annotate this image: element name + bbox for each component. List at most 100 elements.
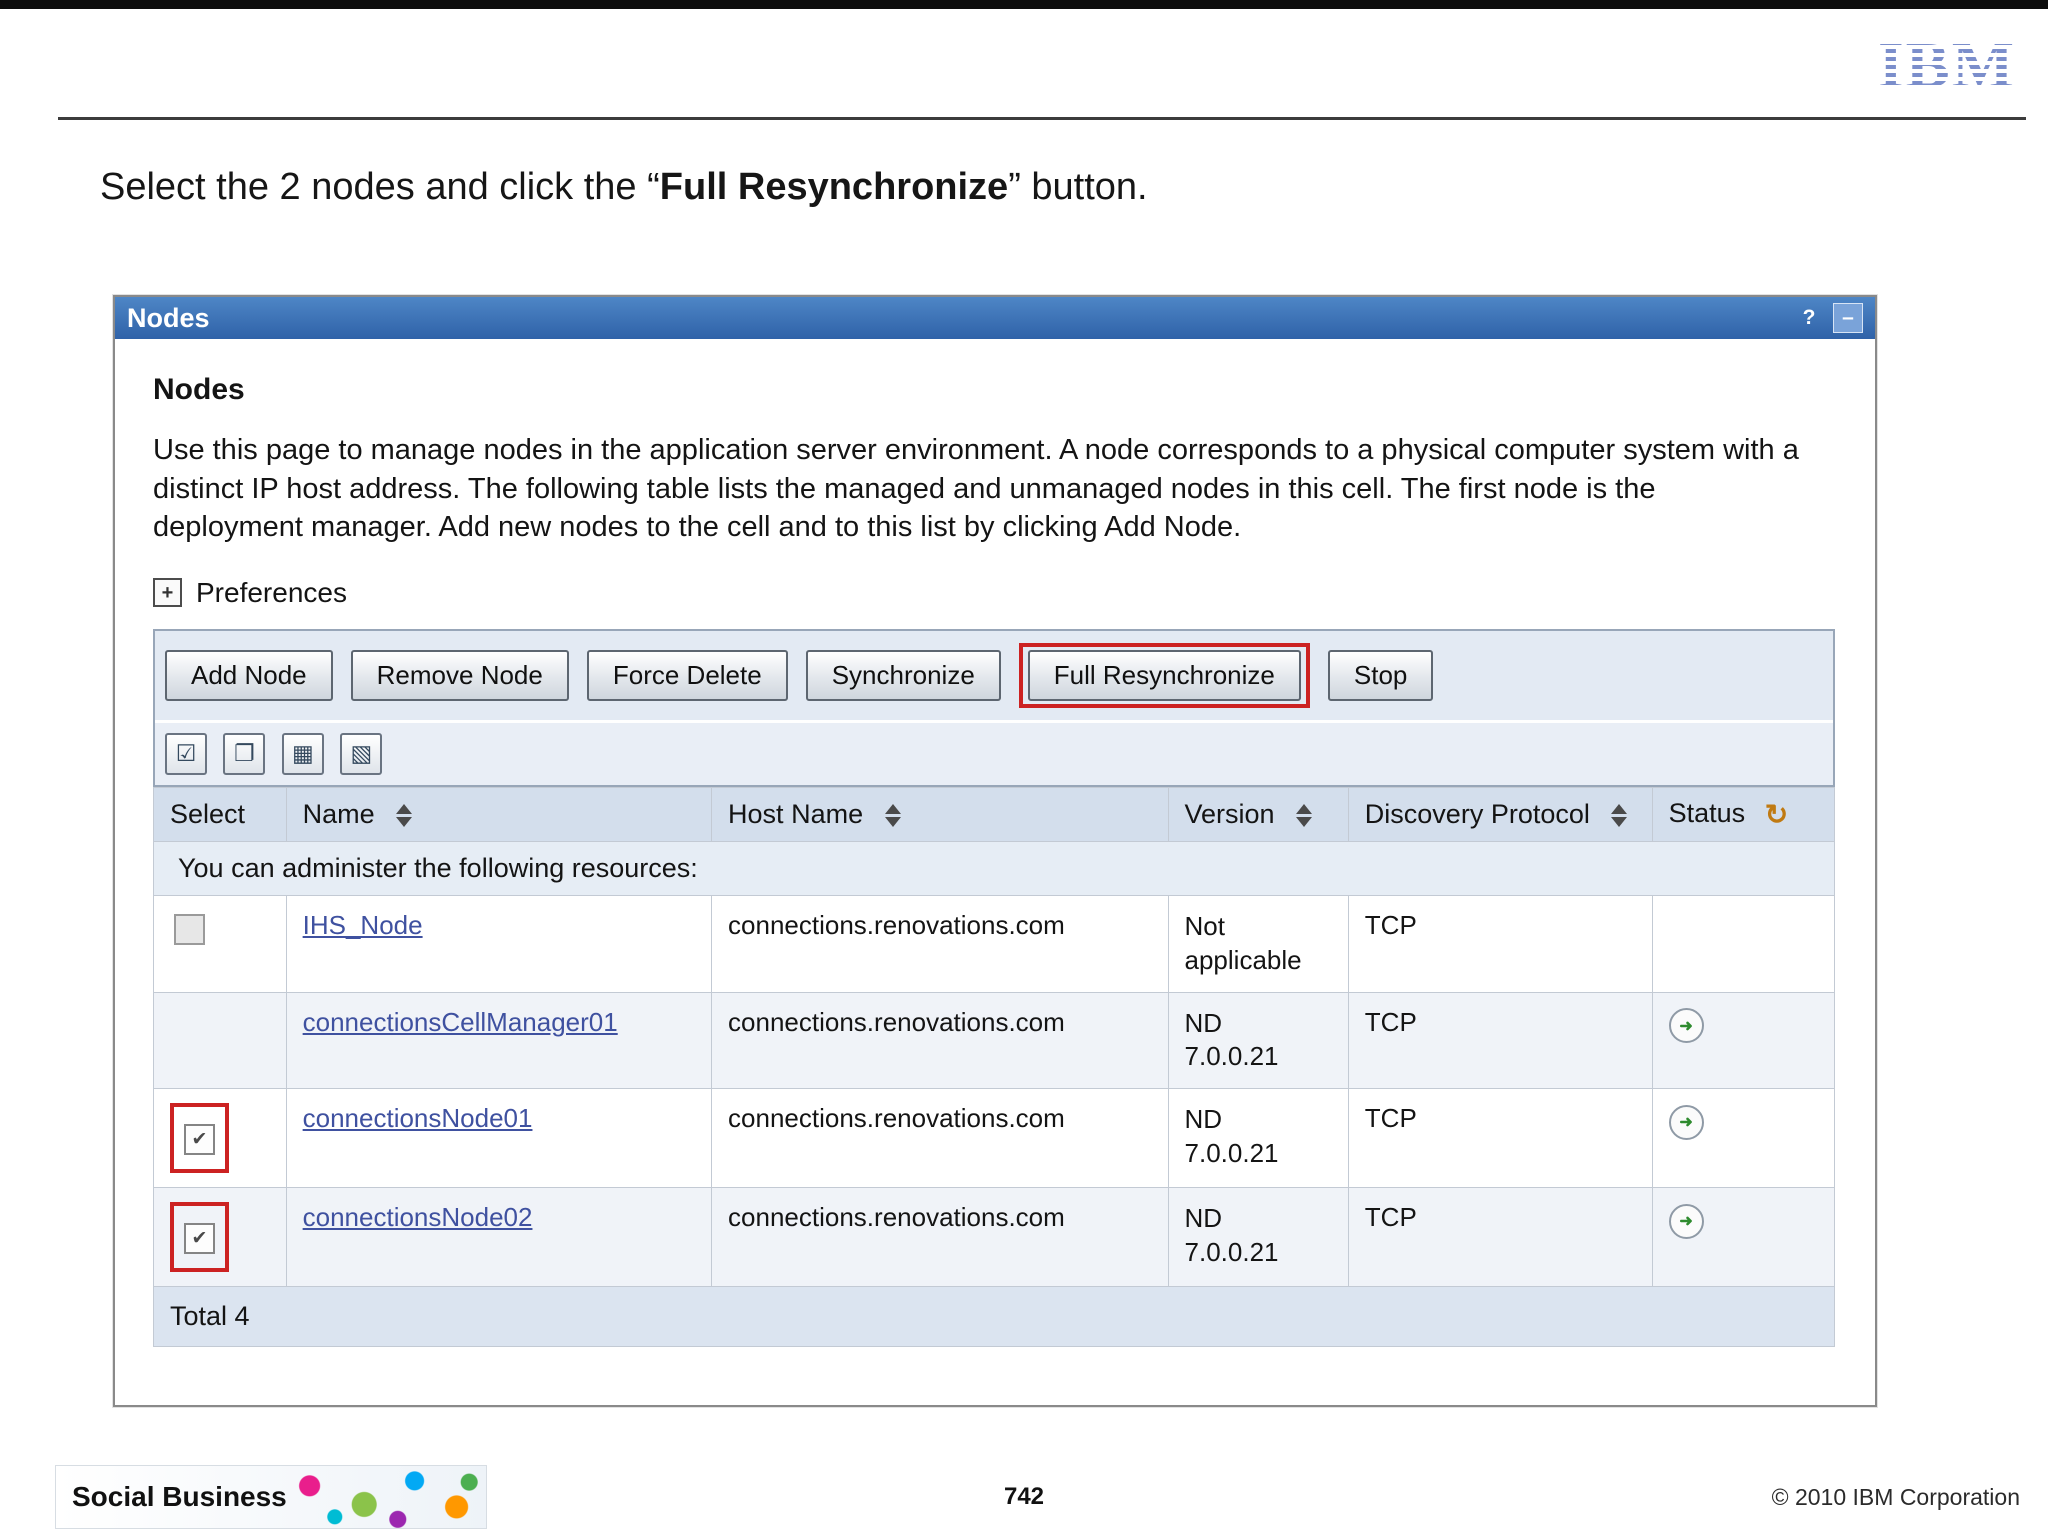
titlebar-controls: ? – <box>1795 303 1863 333</box>
slide: IBM Select the 2 nodes and click the “Fu… <box>0 9 2048 1536</box>
panel-description: Use this page to manage nodes in the app… <box>153 434 1799 544</box>
toolbar-button-add-node[interactable]: Add Node <box>165 649 333 701</box>
table-row: ✔ connectionsNode02 connections.renovation… <box>153 1187 1836 1288</box>
table-row: ✔ connectionsNode01 connections.renovation… <box>153 1088 1836 1189</box>
col-header-select: Select <box>153 786 287 843</box>
expand-icon[interactable]: + <box>153 578 182 608</box>
highlight-box: Full Resynchronize <box>1018 642 1310 708</box>
button-toolbar: Add Node Remove Node Force Delete Synchroni… <box>155 630 1833 723</box>
select-cell: ✔ <box>153 1187 287 1288</box>
protocol-cell: TCP <box>1347 1187 1653 1288</box>
admin-caption-row: You can administer the following resourc… <box>153 841 1835 897</box>
col-label-name: Name <box>302 798 375 829</box>
help-icon[interactable]: ? <box>1795 304 1823 332</box>
status-cell <box>1651 895 1836 993</box>
top-border-bar <box>0 0 2048 9</box>
table-header-row: Select Name Host Name Version Discovery … <box>153 786 1836 843</box>
slide-title-prefix: Select the 2 nodes and click the “ <box>100 166 660 208</box>
select-all-icon[interactable]: ☑ <box>165 732 207 775</box>
icon-toolbar: ☑ ❐ ▦ ▧ <box>155 722 1833 785</box>
table-toolbar: Add Node Remove Node Force Delete Synchroni… <box>153 628 1835 787</box>
panel-title: Nodes <box>127 302 210 333</box>
node-link[interactable]: connectionsNode02 <box>303 1202 533 1232</box>
nodes-panel: Nodes ? – Nodes Use this page to manage … <box>113 295 1877 1408</box>
preferences-toggle[interactable]: + Preferences <box>153 577 1835 609</box>
sort-icon[interactable] <box>396 804 413 828</box>
ibm-logo: IBM <box>1878 29 2016 102</box>
sort-icon[interactable] <box>1611 804 1628 828</box>
node-started-icon: ➜ <box>1668 1203 1704 1239</box>
slide-title: Select the 2 nodes and click the “Full R… <box>100 166 1988 209</box>
sort-icon[interactable] <box>884 804 901 828</box>
slide-title-bold: Full Resynchronize <box>659 166 1009 208</box>
clear-filter-icon[interactable]: ▧ <box>340 732 383 775</box>
total-row: Total 4 <box>153 1286 1835 1348</box>
toolbar-button-full-resynchronize[interactable]: Full Resynchronize <box>1027 649 1301 701</box>
node-started-icon: ➜ <box>1668 1104 1704 1140</box>
deselect-all-icon[interactable]: ❐ <box>223 732 266 775</box>
table-row: connectionsCellManager01 connections.reno… <box>153 991 1836 1090</box>
status-cell: ➜ <box>1651 991 1836 1090</box>
panel-heading: Nodes <box>153 373 245 406</box>
highlight-box: ✔ <box>170 1103 229 1174</box>
preferences-label: Preferences <box>196 576 347 608</box>
refresh-status-icon[interactable]: ↻ <box>1765 799 1788 830</box>
slide-footer: Social Business 742 © 2010 IBM Corporati… <box>0 1464 2048 1530</box>
col-label-version: Version <box>1184 798 1275 829</box>
version-cell: ND 7.0.0.21 <box>1167 1088 1349 1189</box>
toolbar-button-stop[interactable]: Stop <box>1327 649 1434 701</box>
col-header-version: Version <box>1167 786 1349 843</box>
panel-body: Nodes Use this page to manage nodes in t… <box>115 339 1875 1406</box>
copyright: © 2010 IBM Corporation <box>1771 1483 2020 1510</box>
sort-icon[interactable] <box>1296 804 1313 828</box>
col-label-status: Status <box>1668 797 1746 828</box>
status-cell: ➜ <box>1651 1187 1836 1288</box>
select-cell <box>153 895 287 993</box>
col-label-discovery-protocol: Discovery Protocol <box>1364 798 1590 829</box>
row-checkbox[interactable]: ✔ <box>184 1124 215 1156</box>
people-art-decoration <box>276 1466 486 1528</box>
toolbar-button-synchronize[interactable]: Synchronize <box>805 649 1001 701</box>
node-link[interactable]: IHS_Node <box>303 910 423 940</box>
host-cell: connections.renovations.com <box>711 991 1169 1090</box>
nodes-table: Select Name Host Name Version Discovery … <box>153 786 1836 1348</box>
col-label-hostname: Host Name <box>728 798 864 829</box>
protocol-cell: TCP <box>1347 1088 1653 1189</box>
highlight-box: ✔ <box>170 1202 229 1273</box>
status-cell: ➜ <box>1651 1088 1836 1189</box>
host-cell: connections.renovations.com <box>711 1187 1169 1288</box>
col-header-status: Status ↻ <box>1651 786 1836 843</box>
select-cell: ✔ <box>153 1088 287 1189</box>
slide-title-suffix: ” button. <box>1008 166 1148 208</box>
table-row: IHS_Node connections.renovations.com Not ap… <box>153 895 1836 993</box>
host-cell: connections.renovations.com <box>711 1088 1169 1189</box>
protocol-cell: TCP <box>1347 991 1653 1090</box>
toolbar-button-force-delete[interactable]: Force Delete <box>586 649 788 701</box>
brand-label: Social Business <box>72 1481 287 1512</box>
total-label: Total 4 <box>153 1286 1835 1348</box>
row-checkbox[interactable]: ✔ <box>184 1223 215 1255</box>
row-checkbox[interactable] <box>174 914 205 946</box>
admin-caption: You can administer the following resourc… <box>153 841 1835 897</box>
page-number: 742 <box>1003 1483 1045 1510</box>
panel-titlebar: Nodes ? – <box>115 297 1875 339</box>
name-cell: connectionsNode01 <box>285 1088 713 1189</box>
node-link[interactable]: connectionsCellManager01 <box>303 1007 618 1037</box>
checkbox-wrap <box>170 910 209 956</box>
brand-banner: Social Business <box>55 1465 487 1529</box>
host-cell: connections.renovations.com <box>711 895 1169 993</box>
version-cell: ND 7.0.0.21 <box>1167 991 1349 1090</box>
minimize-icon[interactable]: – <box>1833 303 1863 333</box>
name-cell: connectionsCellManager01 <box>285 991 713 1090</box>
col-label-select: Select <box>170 798 246 829</box>
protocol-cell: TCP <box>1347 895 1653 993</box>
version-cell: Not applicable <box>1167 895 1349 993</box>
node-link[interactable]: connectionsNode01 <box>303 1103 533 1133</box>
slide-header: IBM <box>0 9 2048 117</box>
toolbar-button-remove-node[interactable]: Remove Node <box>350 649 569 701</box>
select-cell <box>153 991 287 1090</box>
show-filter-icon[interactable]: ▦ <box>281 732 324 775</box>
node-started-icon: ➜ <box>1668 1008 1704 1044</box>
name-cell: connectionsNode02 <box>285 1187 713 1288</box>
header-divider <box>58 117 2026 120</box>
